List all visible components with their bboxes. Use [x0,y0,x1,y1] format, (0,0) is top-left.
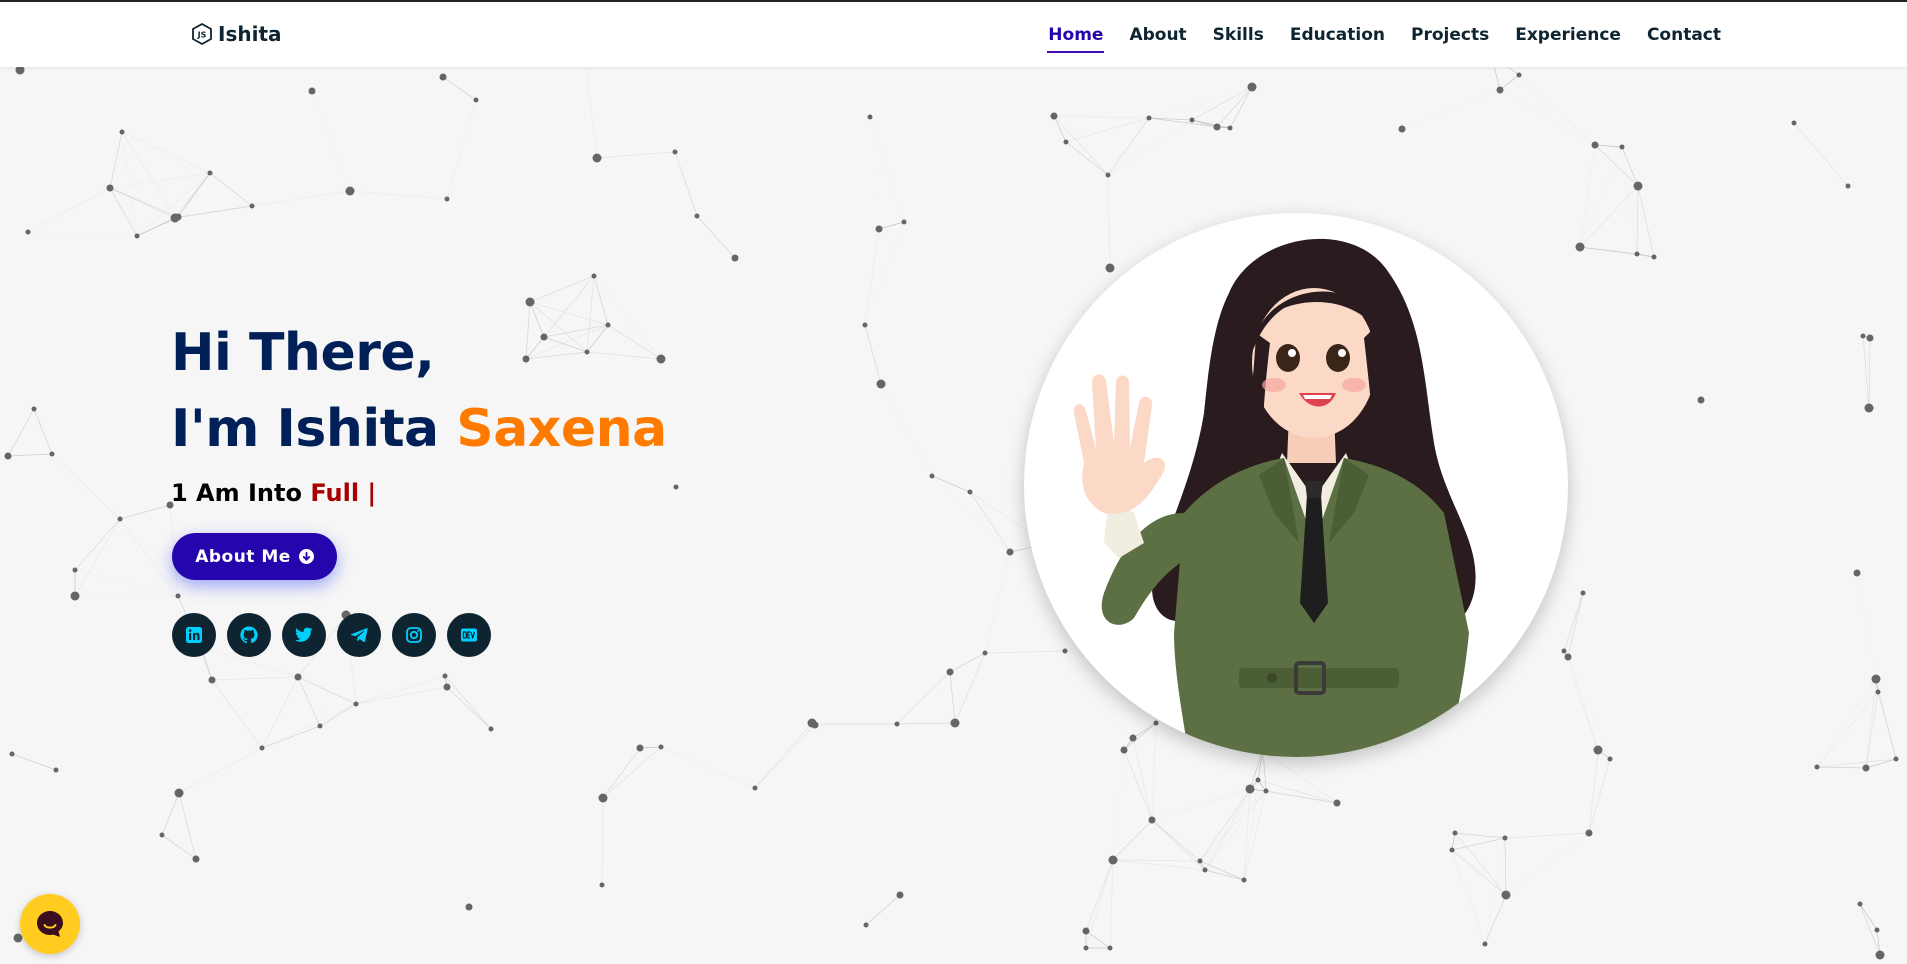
nav-experience[interactable]: Experience [1514,21,1622,49]
github-link[interactable] [227,613,271,657]
hero-intro-name: I'm Ishita [171,399,457,459]
dev-link[interactable] [447,613,491,657]
avatar [1024,213,1568,757]
waving-girl-avatar [1073,238,1476,757]
typing-text: 1 Am Into Full | [171,479,667,507]
instagram-icon [406,627,422,643]
about-me-button[interactable]: About Me [172,533,337,580]
telegram-link[interactable] [337,613,381,657]
instagram-link[interactable] [392,613,436,657]
typing-prefix: 1 Am Into [171,479,311,507]
chat-bubble-icon [37,911,63,937]
nav-contact[interactable]: Contact [1646,21,1722,49]
navbar: JS Ishita Home About Skills Education Pr… [0,0,1907,67]
svg-text:JS: JS [197,31,207,40]
hero-greeting: Hi There, [171,323,435,383]
chat-widget-button[interactable] [20,894,80,954]
nav-education[interactable]: Education [1289,21,1386,49]
hero-text: Hi There, I'm Ishita Saxena 1 Am Into Fu… [171,315,667,507]
nav-home[interactable]: Home [1047,21,1104,49]
nodejs-hex-icon: JS [192,22,212,46]
telegram-icon [350,628,368,643]
hero-intro-accent: Saxena [456,399,667,459]
brand-name: Ishita [218,22,282,46]
brand-logo[interactable]: JS Ishita [190,22,282,46]
linkedin-link[interactable] [172,613,216,657]
about-me-label: About Me [195,546,291,567]
nav-about[interactable]: About [1128,21,1187,49]
linkedin-icon [186,627,202,643]
github-icon [240,626,258,644]
hero-intro: I'm Ishita Saxena [171,391,667,467]
nav-menu: Home About Skills Education Projects Exp… [1047,2,1722,67]
social-links [172,613,491,657]
nav-skills[interactable]: Skills [1212,21,1265,49]
twitter-link[interactable] [282,613,326,657]
twitter-icon [295,627,313,642]
nav-projects[interactable]: Projects [1410,21,1490,49]
typing-value: Full | [310,479,377,507]
dev-icon [461,628,477,642]
arrow-down-circle-icon [298,549,314,564]
